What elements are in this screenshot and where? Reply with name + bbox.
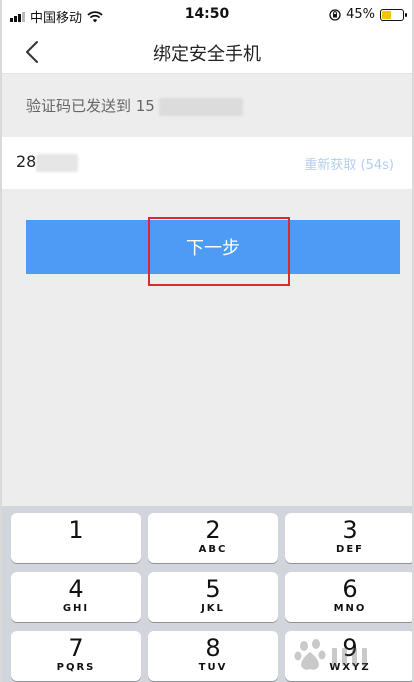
battery-level [382, 10, 391, 19]
key-number: 2 [205, 516, 221, 544]
code-input[interactable]: 28 [16, 152, 79, 172]
key-6[interactable]: 6 MNO [285, 572, 412, 622]
key-number: 4 [68, 575, 84, 603]
key-7[interactable]: 7 PQRS [11, 631, 141, 681]
sent-notice-text: 验证码已发送到 15 [26, 97, 155, 115]
orientation-lock-icon [329, 8, 341, 21]
resend-code-button[interactable]: 重新获取 (54s) [304, 154, 394, 173]
key-letters: PQRS [56, 662, 96, 673]
status-bar: 中国移动 14:50 45% [2, 0, 412, 30]
key-number: 6 [342, 575, 358, 603]
key-number: 1 [68, 516, 84, 544]
masked-code [36, 153, 79, 172]
key-letters: JKL [201, 603, 225, 614]
key-letters: GHI [62, 603, 90, 614]
key-3[interactable]: 3 DEF [285, 513, 412, 563]
key-1[interactable]: 1 [11, 513, 141, 563]
key-2[interactable]: 2 ABC [148, 513, 278, 563]
verification-code-field[interactable]: 28 重新获取 (54s) [2, 137, 412, 189]
key-4[interactable]: 4 GHI [11, 572, 141, 622]
status-right: 45% [329, 7, 407, 22]
key-letters: MNO [333, 603, 367, 614]
battery-percent: 45% [346, 7, 375, 22]
key-letters: DEF [336, 544, 364, 555]
key-letters: ABC [198, 544, 228, 555]
key-number: 7 [68, 634, 84, 662]
baidu-watermark-logo [294, 639, 367, 670]
annotation-highlight-box [148, 217, 290, 286]
sent-notice: 验证码已发送到 15 [2, 86, 412, 126]
key-number: 3 [342, 516, 358, 544]
masked-phone-number [158, 97, 243, 116]
phone-screen: 中国移动 14:50 45% 绑定安全手机 验证码已发送到 15 28 重新获取… [0, 0, 414, 682]
numeric-keypad: 1 2 ABC 3 DEF 4 GHI 5 JKL 6 MNO 7 PQRS 8 [2, 506, 412, 682]
nav-bar: 绑定安全手机 [2, 30, 412, 74]
page-title: 绑定安全手机 [153, 44, 261, 65]
key-8[interactable]: 8 TUV [148, 631, 278, 681]
battery-icon [380, 8, 407, 21]
key-5[interactable]: 5 JKL [148, 572, 278, 622]
key-letters: TUV [198, 662, 228, 673]
key-number: 8 [205, 634, 221, 662]
code-value: 28 [16, 152, 37, 171]
key-number: 5 [205, 575, 221, 603]
